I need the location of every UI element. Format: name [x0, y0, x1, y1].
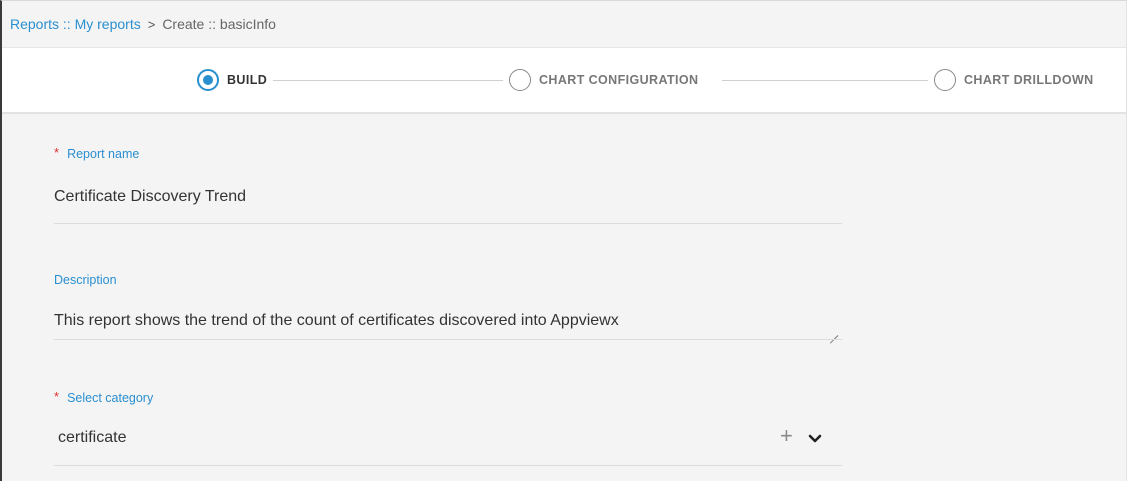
required-marker: * [54, 145, 60, 160]
step-connector [272, 80, 512, 81]
breadcrumb-current: Create :: basicInfo [162, 16, 276, 32]
step-chart-drilldown-label: CHART DRILLDOWN [964, 73, 1094, 87]
textarea-resize-handle-icon[interactable] [828, 327, 838, 337]
description-field: Description [54, 273, 842, 287]
step-radio-icon [934, 69, 956, 91]
required-marker: * [54, 389, 60, 404]
breadcrumb-basic-info: basicInfo [219, 16, 276, 32]
step-connector [722, 80, 936, 81]
category-label: * Select category [54, 389, 842, 405]
description-underline [54, 339, 842, 340]
step-radio-active-icon [197, 69, 219, 91]
description-value: This report shows the trend of the count… [54, 312, 619, 329]
category-select[interactable]: certificate [58, 429, 846, 447]
category-value: certificate [58, 429, 127, 446]
category-field: * Select category [54, 389, 842, 405]
description-label: Description [54, 273, 117, 287]
report-name-underline [54, 223, 842, 224]
breadcrumb-reports-link[interactable]: Reports :: My reports [10, 16, 141, 32]
report-name-field: * Report name [54, 145, 842, 161]
breadcrumb-arrow: > [147, 16, 156, 32]
step-chart-configuration-label: CHART CONFIGURATION [539, 73, 699, 87]
description-textarea[interactable]: This report shows the trend of the count… [54, 312, 842, 330]
report-name-input[interactable]: Certificate Discovery Trend [54, 188, 842, 206]
category-label-text: Select category [67, 390, 154, 405]
category-underline [54, 465, 842, 466]
step-radio-icon [509, 69, 531, 91]
breadcrumb-reports: Reports [10, 16, 60, 32]
breadcrumb-separator-2: :: [208, 16, 217, 32]
step-chart-drilldown[interactable]: CHART DRILLDOWN [928, 69, 1100, 91]
breadcrumb-create: Create [162, 16, 205, 32]
plus-icon[interactable]: + [780, 425, 793, 447]
breadcrumb-separator: :: [62, 16, 71, 32]
basic-info-form: * Report name Certificate Discovery Tren… [2, 115, 1126, 481]
report-name-value: Certificate Discovery Trend [54, 188, 247, 205]
wizard-stepper: BUILD CHART CONFIGURATION CHART DRILLDOW… [2, 48, 1126, 114]
report-name-label: * Report name [54, 145, 842, 161]
breadcrumb: Reports :: My reports > Create :: basicI… [2, 1, 1126, 48]
step-build-label: BUILD [227, 73, 268, 87]
breadcrumb-my-reports: My reports [74, 16, 141, 32]
step-build[interactable]: BUILD [191, 69, 274, 91]
step-chart-configuration[interactable]: CHART CONFIGURATION [503, 69, 705, 91]
report-name-label-text: Report name [67, 146, 140, 161]
chevron-down-icon[interactable] [808, 434, 822, 444]
